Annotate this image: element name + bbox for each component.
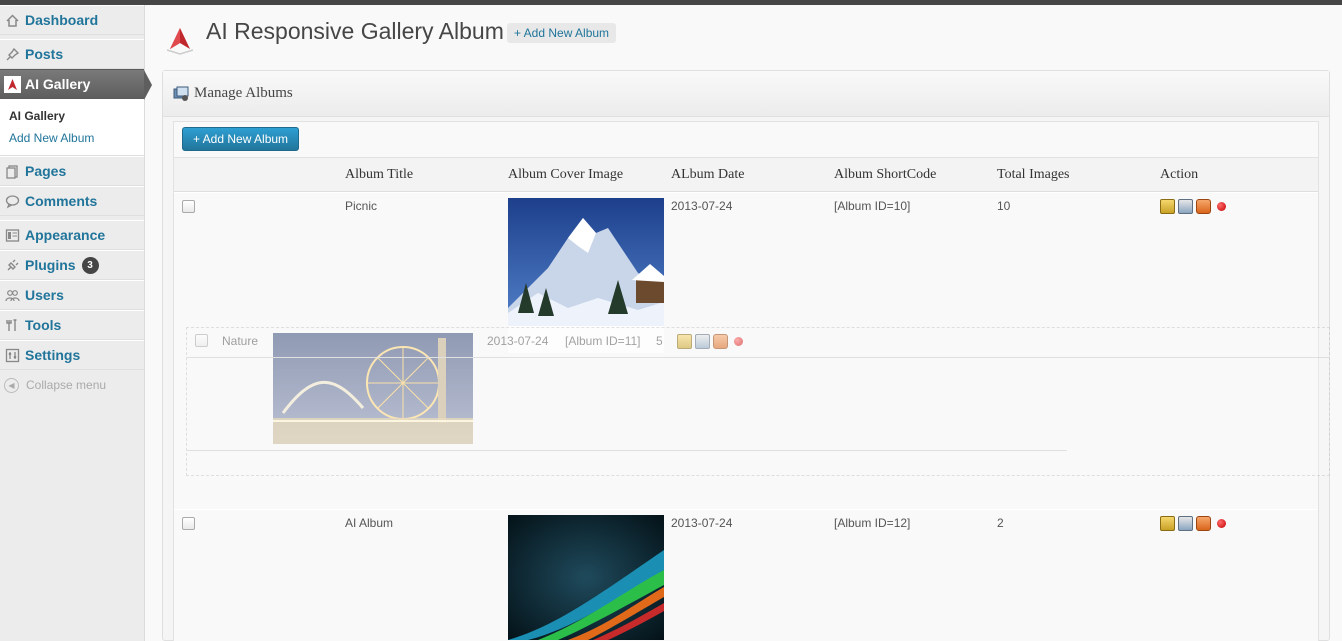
delete-album-icon[interactable]: [1196, 199, 1211, 214]
column-header-shortcode[interactable]: Album ShortCode: [834, 167, 936, 183]
row-checkbox[interactable]: [195, 334, 208, 347]
stop-icon[interactable]: [1217, 202, 1226, 211]
total-images: 10: [997, 199, 1011, 213]
edit-album-icon[interactable]: [1160, 199, 1175, 214]
sidebar-item-label: Posts: [25, 46, 64, 62]
gallery-logo-icon: [166, 28, 194, 55]
submenu-item-ai-gallery[interactable]: AI Gallery: [9, 105, 144, 127]
album-shortcode: [Album ID=10]: [834, 199, 911, 213]
plugins-update-badge: 3: [81, 256, 99, 274]
row-actions: [1160, 199, 1226, 214]
delete-album-icon[interactable]: [713, 334, 728, 349]
sidebar-item-label: Settings: [25, 347, 81, 363]
total-images: 2: [997, 516, 1004, 530]
album-date: 2013-07-24: [671, 199, 733, 213]
pin-icon: [4, 46, 21, 63]
sidebar-item-users[interactable]: Users: [0, 280, 144, 310]
sidebar-item-label: AI Gallery: [25, 76, 91, 92]
column-header-action: Action: [1160, 167, 1199, 182]
album-shortcode: [Album ID=12]: [834, 516, 911, 530]
total-images: 5: [656, 334, 663, 348]
gallery-logo-icon: [4, 75, 21, 93]
tools-icon: [4, 317, 21, 334]
stop-icon[interactable]: [734, 337, 743, 346]
column-header-album-title[interactable]: Album Title: [345, 167, 413, 183]
manage-albums-icon: [173, 86, 189, 101]
column-header-total-images[interactable]: Total Images: [997, 167, 1070, 183]
sidebar-submenu: AI Gallery Add New Album: [0, 99, 144, 156]
sidebar-item-label: Users: [25, 287, 64, 303]
add-new-album-header-button[interactable]: + Add New Album: [507, 23, 617, 43]
row-divider: [187, 357, 1329, 358]
row-actions: [677, 334, 743, 349]
row-checkbox[interactable]: [182, 200, 195, 213]
sidebar-item-comments[interactable]: Comments: [0, 186, 144, 216]
row-checkbox[interactable]: [182, 517, 195, 530]
album-title: Nature: [222, 334, 259, 348]
table-row: AI Album 2013-07-24 [Album ID=12] 2: [174, 509, 1318, 641]
page-title: AI Responsive Gallery Album: [206, 18, 504, 44]
sidebar-item-pages[interactable]: Pages: [0, 156, 144, 186]
sidebar-item-label: Pages: [25, 163, 67, 179]
comments-icon: [4, 193, 21, 210]
settings-icon: [4, 347, 21, 364]
collapse-label: Collapse menu: [26, 378, 107, 392]
album-title: AI Album: [345, 516, 394, 530]
add-new-album-button[interactable]: + Add New Album: [182, 127, 300, 151]
sidebar-item-label: Tools: [25, 317, 62, 333]
collapse-menu-button[interactable]: ◀ Collapse menu: [0, 370, 144, 400]
column-header-album-date[interactable]: ALbum Date: [671, 167, 744, 183]
edit-album-icon[interactable]: [677, 334, 692, 349]
row-divider: [187, 450, 1067, 451]
sidebar-item-appearance[interactable]: Appearance: [0, 220, 144, 250]
collapse-icon: ◀: [4, 377, 19, 393]
sidebar-item-plugins[interactable]: Plugins 3: [0, 250, 144, 280]
home-icon: [4, 12, 21, 29]
panel-title: Manage Albums: [194, 85, 293, 101]
plugins-icon: [4, 257, 21, 274]
admin-sidebar: Dashboard Posts AI Gallery AI Gallery Ad…: [0, 5, 152, 641]
sidebar-item-dashboard[interactable]: Dashboard: [0, 5, 144, 35]
pages-icon: [4, 163, 21, 180]
row-actions: [1160, 516, 1226, 531]
sidebar-item-posts[interactable]: Posts: [0, 39, 144, 69]
delete-album-icon[interactable]: [1196, 516, 1211, 531]
submenu-item-add-new-album[interactable]: Add New Album: [9, 127, 144, 149]
album-date: 2013-07-24: [487, 334, 549, 348]
album-cover-image[interactable]: [273, 333, 473, 444]
appearance-icon: [4, 227, 21, 244]
sidebar-item-ai-gallery[interactable]: AI Gallery: [0, 69, 152, 100]
stop-icon[interactable]: [1217, 519, 1226, 528]
add-images-icon[interactable]: [1178, 516, 1193, 531]
dragged-table-row[interactable]: Nature 2013-07-24 [Album ID=11] 5: [186, 327, 1330, 476]
admin-bar: [0, 0, 1342, 5]
album-date: 2013-07-24: [671, 516, 733, 530]
sidebar-item-label: Comments: [25, 193, 98, 209]
album-cover-image[interactable]: [508, 515, 664, 640]
table-header: Album Title Album Cover Image ALbum Date…: [174, 157, 1318, 192]
panel-header: Manage Albums: [163, 71, 1329, 117]
add-images-icon[interactable]: [695, 334, 710, 349]
sidebar-item-label: Appearance: [25, 227, 106, 243]
sidebar-item-label: Plugins: [25, 257, 76, 273]
sidebar-item-label: Dashboard: [25, 12, 99, 28]
album-shortcode: [Album ID=11]: [565, 334, 641, 348]
add-images-icon[interactable]: [1178, 199, 1193, 214]
sidebar-item-settings[interactable]: Settings: [0, 340, 144, 370]
album-title: Picnic: [345, 199, 378, 213]
edit-album-icon[interactable]: [1160, 516, 1175, 531]
users-icon: [4, 287, 21, 304]
sidebar-item-tools[interactable]: Tools: [0, 310, 144, 340]
column-header-cover-image[interactable]: Album Cover Image: [508, 167, 623, 183]
